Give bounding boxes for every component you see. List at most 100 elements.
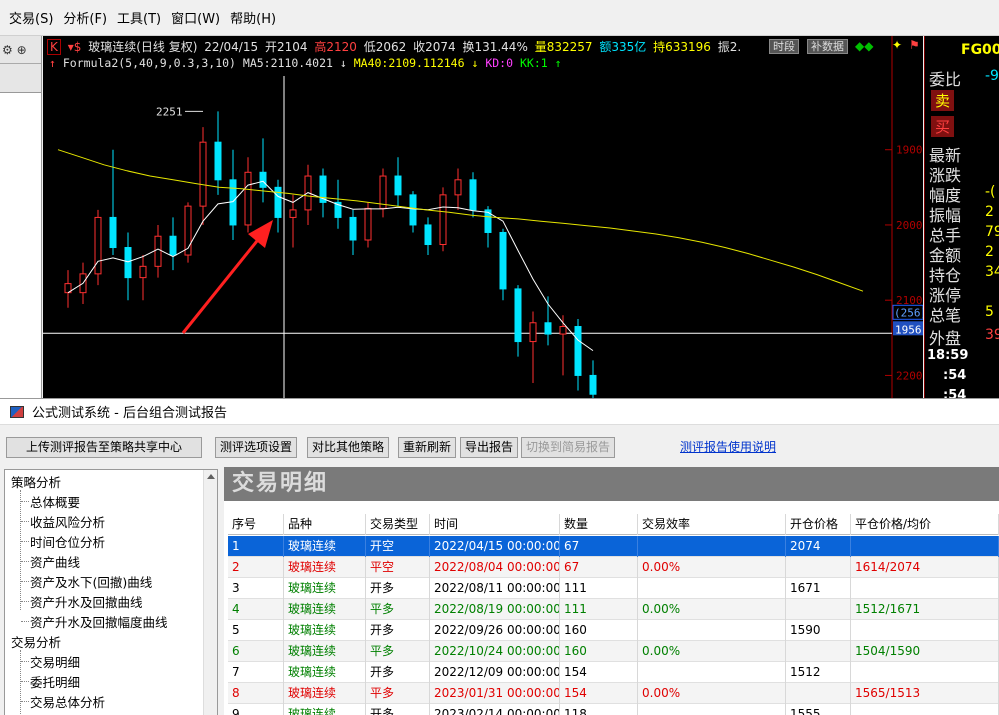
table-row[interactable]: 8 玻璃连续 平多 2023/01/31 00:00:00 154 0.00% 1565/1… — [228, 683, 999, 704]
candle-body — [394, 175, 402, 196]
table-cell: 9 — [228, 704, 284, 715]
refresh-button[interactable]: 重新刷新 — [398, 437, 457, 458]
chart-open: 开2104 — [264, 40, 308, 54]
export-report-button[interactable]: 导出报告 — [460, 437, 519, 458]
table-cell: 玻璃连续 — [284, 557, 366, 578]
column-header[interactable]: 序号 — [228, 514, 284, 535]
chart-menu-icon[interactable]: ▾$ — [68, 40, 82, 54]
supplement-data-button[interactable]: 补数据 — [807, 39, 848, 54]
quote-value: 79 — [985, 224, 999, 240]
column-header[interactable]: 数量 — [560, 514, 638, 535]
table-row[interactable]: 3 玻璃连续 开多 2022/08/11 00:00:00 111 1671 — [228, 578, 999, 599]
tree-group[interactable]: 交易分析 — [11, 632, 61, 651]
candle-body — [589, 374, 597, 395]
chart-canvas[interactable]: 22002100200019002251(256)1956 — [43, 36, 923, 398]
tree-item[interactable]: 资产及水下(回撤)曲线 — [30, 572, 152, 591]
pin-icon[interactable]: ⚑ — [909, 38, 920, 52]
quote-value: 2 — [985, 244, 994, 260]
table-row[interactable]: 4 玻璃连续 平多 2022/08/19 00:00:00 111 0.00% 1512/1… — [228, 599, 999, 620]
candle-body — [94, 216, 102, 275]
tree-item[interactable]: 总体概要 — [30, 492, 80, 511]
table-cell: 2023/01/31 00:00:00 — [430, 683, 560, 704]
table-cell: 0.00% — [638, 599, 786, 620]
compare-strategy-button[interactable]: 对比其他策略 — [307, 437, 390, 458]
table-cell: 玻璃连续 — [284, 704, 366, 715]
tree-scrollbar[interactable] — [203, 470, 217, 715]
table-cell: 玻璃连续 — [284, 662, 366, 683]
table-row[interactable]: 7 玻璃连续 开多 2022/12/09 00:00:00 154 1512 — [228, 662, 999, 683]
left-panel-header[interactable]: ⚙ ⊕ — [0, 36, 41, 64]
upload-report-button[interactable]: 上传测评报告至策略共享中心 — [6, 437, 202, 458]
table-cell: 开空 — [366, 536, 430, 557]
menu-analysis[interactable]: 分析(F) — [58, 8, 112, 27]
table-row[interactable]: 9 玻璃连续 开多 2023/02/14 00:00:00 118 1555 — [228, 704, 999, 715]
table-header[interactable]: 序号 品种 交易类型 时间 数量 交易效率 开仓价格 平仓价格/均价 — [228, 514, 999, 535]
dialog-title-bar[interactable]: 公式测试系统 - 后台组合测试报告 — [0, 399, 999, 425]
table-cell — [851, 620, 999, 641]
detail-title: 交易明细 — [224, 467, 999, 501]
tree-connector — [21, 501, 29, 502]
table-row[interactable]: 1 玻璃连续 开空 2022/04/15 00:00:00 67 2074 — [228, 536, 999, 557]
table-row[interactable]: 2 玻璃连续 平空 2022/08/04 00:00:00 67 0.00% 1614/20… — [228, 557, 999, 578]
help-link[interactable]: 测评报告使用说明 — [680, 437, 776, 457]
column-header[interactable]: 时间 — [430, 514, 560, 535]
column-header[interactable]: 交易类型 — [366, 514, 430, 535]
chart-turnover: 换131.44% — [462, 40, 528, 54]
table-cell — [786, 557, 851, 578]
tree-item[interactable]: 收益风险分析 — [30, 512, 105, 531]
tree-item[interactable]: 委托明细 — [30, 672, 80, 691]
period-button[interactable]: 时段 — [769, 39, 799, 54]
tree-item[interactable]: 交易明细 — [30, 652, 80, 671]
column-header[interactable]: 品种 — [284, 514, 366, 535]
menu-trade[interactable]: 交易(S) — [4, 8, 58, 27]
table-cell: 2022/09/26 00:00:00 — [430, 620, 560, 641]
table-cell: 2022/08/11 00:00:00 — [430, 578, 560, 599]
menu-window[interactable]: 窗口(W) — [166, 8, 225, 27]
table-cell: 118 — [560, 704, 638, 715]
tree-connector — [21, 661, 29, 662]
switch-simple-report-button[interactable]: 切换到简易报告 — [521, 437, 616, 458]
column-header[interactable]: 开仓价格 — [786, 514, 851, 535]
table-row[interactable]: 5 玻璃连续 开多 2022/09/26 00:00:00 160 1590 — [228, 620, 999, 641]
tree-item[interactable]: 交易总体分析 — [30, 692, 105, 711]
candle-body — [454, 179, 462, 196]
tree-item[interactable]: 资产曲线 — [30, 552, 80, 571]
green-diamond-icon[interactable]: ◆◆ — [855, 39, 873, 53]
annotation-arrow-shaft — [181, 235, 263, 334]
menu-tools[interactable]: 工具(T) — [112, 8, 166, 27]
quote-label: 委比 — [929, 70, 962, 89]
table-cell — [638, 620, 786, 641]
table-cell: 8 — [228, 683, 284, 704]
chart-date: 22/04/15 — [204, 40, 259, 54]
column-header[interactable]: 平仓价格/均价 — [851, 514, 999, 535]
quote-value: 5 — [985, 304, 994, 320]
chart-close-icon[interactable]: K — [47, 39, 61, 55]
dialog-title: 公式测试系统 - 后台组合测试报告 — [32, 406, 227, 421]
table-cell: 开多 — [366, 704, 430, 715]
tree-item[interactable]: 时间仓位分析 — [30, 532, 105, 551]
table-cell: 154 — [560, 662, 638, 683]
candle-body — [214, 141, 222, 181]
scroll-up-icon[interactable] — [207, 474, 215, 479]
tree-connector-line — [20, 650, 21, 715]
tree-group[interactable]: 策略分析 — [11, 472, 61, 491]
table-cell: 2023/02/14 00:00:00 — [430, 704, 560, 715]
kline-chart[interactable]: 22002100200019002251(256)1956 K ▾$ 玻璃连续(… — [43, 36, 923, 398]
test-options-button[interactable]: 测评选项设置 — [215, 437, 298, 458]
table-cell: 开多 — [366, 662, 430, 683]
config-icon[interactable]: ✦ — [892, 38, 902, 52]
column-header[interactable]: 交易效率 — [638, 514, 786, 535]
tree-item[interactable]: 资产升水及回撤曲线 — [30, 592, 143, 611]
candle-body — [424, 224, 432, 246]
table-row[interactable]: 6 玻璃连续 平多 2022/10/24 00:00:00 160 0.00% 1504/1… — [228, 641, 999, 662]
ma40-line — [57, 149, 864, 292]
cursor-badge-top: (256) — [894, 306, 923, 319]
table-cell: 0.00% — [638, 641, 786, 662]
menu-help[interactable]: 帮助(H) — [225, 8, 281, 27]
chart-amplitude: 振2. — [717, 40, 742, 54]
chart-high: 高2120 — [314, 40, 357, 54]
quote-label: 卖 — [931, 90, 955, 111]
tree-item[interactable]: 资产升水及回撤幅度曲线 — [30, 612, 168, 631]
table-cell — [786, 599, 851, 620]
candle-body — [529, 322, 537, 343]
